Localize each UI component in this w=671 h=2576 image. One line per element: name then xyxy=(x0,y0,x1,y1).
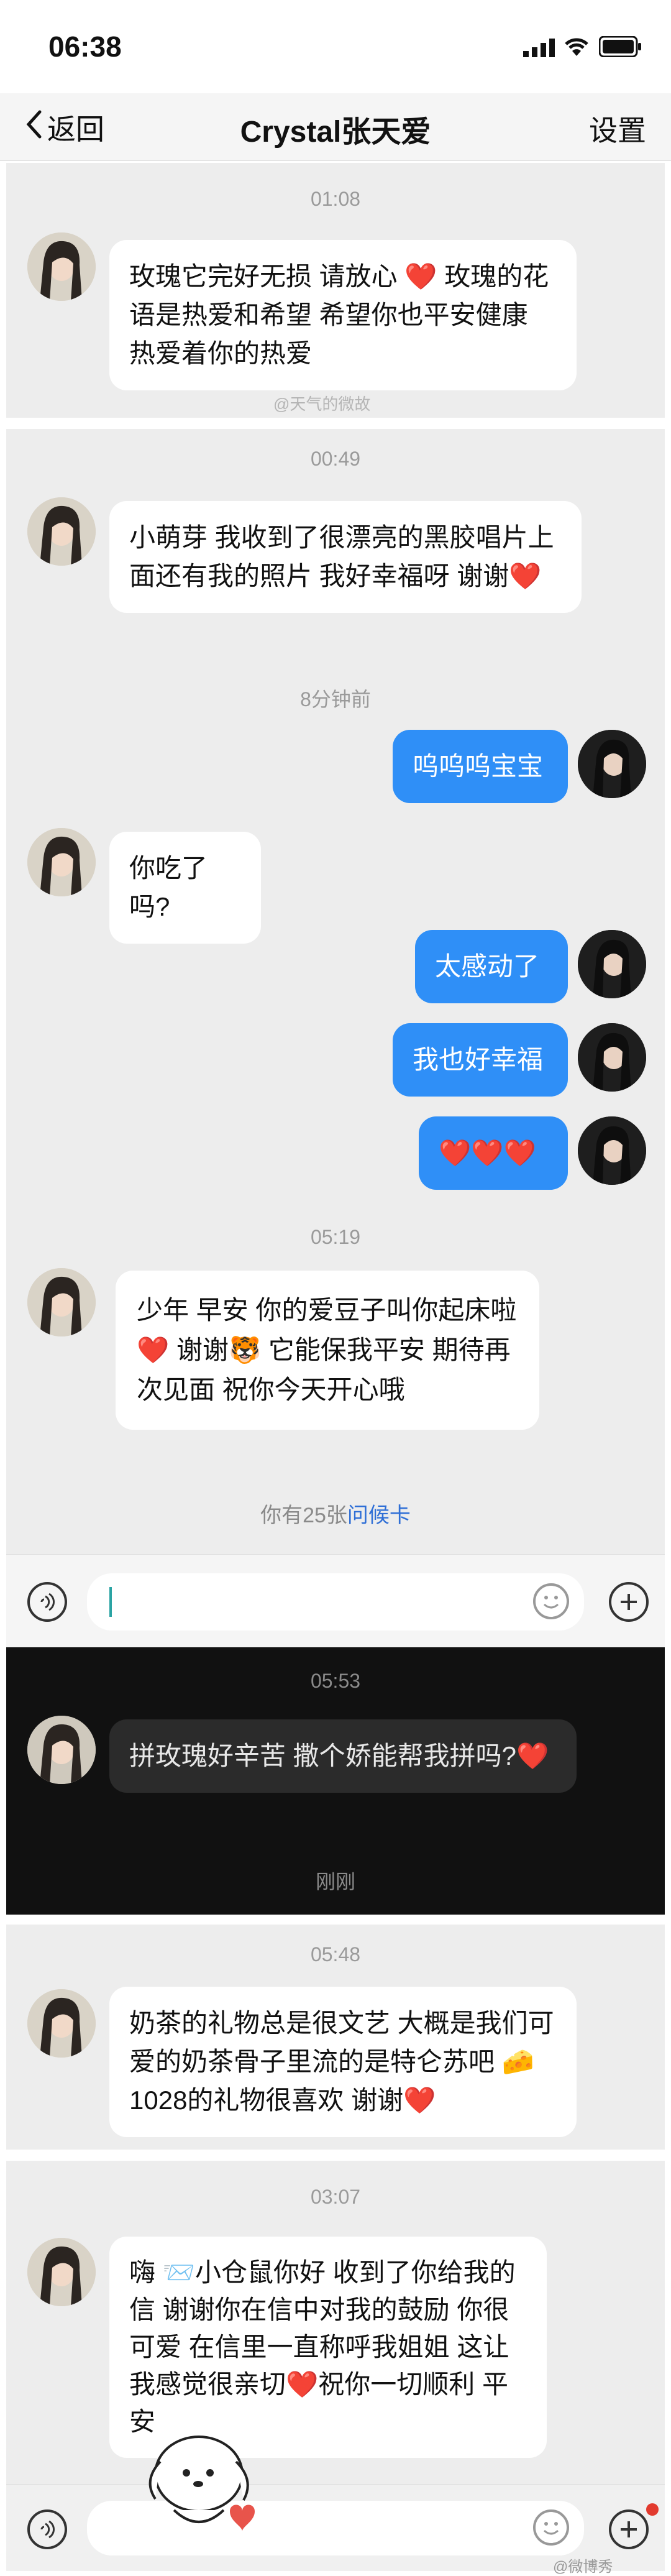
chat-panel-5: 05:48 奶茶的礼物总是很文艺 大概是我们可爱的奶茶骨子里流的是特仑苏吧 🧀1… xyxy=(6,1925,665,2150)
my-avatar[interactable] xyxy=(578,1116,646,1185)
message-time: 03:07 xyxy=(310,2186,361,2208)
my-message-bubble: 呜呜呜宝宝 xyxy=(393,730,568,803)
my-avatar[interactable] xyxy=(578,930,646,998)
chat-panel-6: 03:07 嗨 📨小仓鼠你好 收到了你给我的信 谢谢你在信中对我的鼓励 你很可爱… xyxy=(6,2161,665,2484)
chat-panel-2: 00:49 小萌芽 我收到了很漂亮的黑胶唱片上面还有我的照片 我好幸福呀 谢谢❤… xyxy=(6,429,665,1206)
message-time: 05:48 xyxy=(310,1943,361,1966)
greeting-card-note: 你有25张问候卡 xyxy=(6,1498,665,1529)
message-time: 05:53 xyxy=(310,1670,361,1692)
chevron-left-icon xyxy=(25,109,43,146)
chat-panel-3: 05:19 少年 早安 你的爱豆子叫你起床啦❤️ 谢谢🐯 它能保我平安 期待再次… xyxy=(6,1206,665,1554)
emoji-icon[interactable] xyxy=(533,1583,569,1619)
add-button[interactable] xyxy=(609,2509,649,2549)
voice-button[interactable] xyxy=(27,2509,67,2549)
message-bubble: 小萌芽 我收到了很漂亮的黑胶唱片上面还有我的照片 我好幸福呀 谢谢❤️ xyxy=(109,501,582,613)
message-time: 00:49 xyxy=(310,448,361,470)
battery-icon xyxy=(598,35,642,58)
message-time: 刚刚 xyxy=(315,1870,355,1893)
avatar[interactable] xyxy=(27,232,96,301)
card-count-text: 你有25张 xyxy=(260,1504,347,1527)
notification-dot xyxy=(646,2503,659,2516)
message-bubble: 奶茶的礼物总是很文艺 大概是我们可爱的奶茶骨子里流的是特仑苏吧 🧀1028的礼物… xyxy=(109,1987,577,2137)
avatar[interactable] xyxy=(27,828,96,896)
watermark: @微博秀 xyxy=(553,2559,613,2575)
message-bubble: 拼玫瑰好辛苦 撒个娇能帮我拼吗?❤️ xyxy=(109,1719,577,1793)
signal-icon xyxy=(523,39,555,57)
my-avatar[interactable] xyxy=(578,730,646,798)
puppy-sticker xyxy=(130,2424,273,2536)
message-bubble: 玫瑰它完好无损 请放心 ❤️ 玫瑰的花语是热爱和希望 希望你也平安健康 热爱着你… xyxy=(109,240,577,390)
avatar[interactable] xyxy=(27,2238,96,2306)
message-bubble: 少年 早安 你的爱豆子叫你起床啦❤️ 谢谢🐯 它能保我平安 期待再次见面 祝你今… xyxy=(116,1271,539,1430)
chat-panel-1: 01:08 玫瑰它完好无损 请放心 ❤️ 玫瑰的花语是热爱和希望 希望你也平安健… xyxy=(6,163,665,418)
voice-button[interactable] xyxy=(27,1582,67,1622)
message-time: 8分钟前 xyxy=(300,688,371,711)
my-message-bubble: 太感动了 xyxy=(415,930,568,1003)
chat-panel-4: 05:53 拼玫瑰好辛苦 撒个娇能帮我拼吗?❤️ 刚刚 xyxy=(6,1647,665,1915)
settings-button[interactable]: 设置 xyxy=(589,108,646,149)
message-input[interactable] xyxy=(87,1573,584,1631)
emoji-icon[interactable] xyxy=(533,2509,569,2546)
message-bubble: 你吃了吗? xyxy=(109,832,261,944)
avatar[interactable] xyxy=(27,1268,96,1336)
avatar[interactable] xyxy=(27,497,96,566)
my-message-bubble: ❤️❤️❤️ xyxy=(419,1116,568,1190)
nav-bar: Crystal张天爱 返回 设置 xyxy=(0,93,671,161)
wifi-icon xyxy=(563,35,590,57)
my-avatar[interactable] xyxy=(578,1023,646,1092)
my-message-bubble: 我也好幸福 xyxy=(393,1023,568,1097)
status-bar: 06:38 xyxy=(0,0,671,93)
avatar[interactable] xyxy=(27,1716,96,1784)
message-time: 05:19 xyxy=(310,1226,361,1248)
text-cursor xyxy=(109,1587,112,1617)
message-time: 01:08 xyxy=(310,188,361,210)
add-button[interactable] xyxy=(609,1582,649,1622)
back-button[interactable]: 返回 xyxy=(25,107,104,148)
input-bar xyxy=(6,1554,665,1648)
status-time: 06:38 xyxy=(48,30,122,63)
input-bar: @微博秀 xyxy=(6,2484,665,2575)
watermark: @天气的微故 xyxy=(273,395,371,413)
back-label: 返回 xyxy=(47,113,104,145)
avatar[interactable] xyxy=(27,1989,96,2058)
greeting-card-link[interactable]: 问候卡 xyxy=(347,1504,411,1527)
